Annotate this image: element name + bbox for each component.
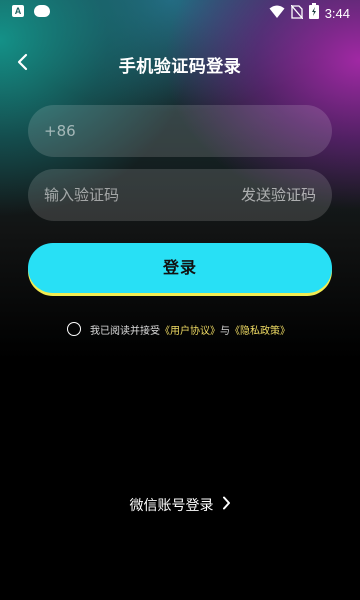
status-bar-left: A	[12, 5, 50, 17]
agreement-conjunction: 与	[220, 325, 230, 337]
privacy-policy-link[interactable]: 《隐私政策》	[230, 322, 290, 337]
wechat-login-label: 微信账号登录	[129, 498, 214, 514]
send-code-button[interactable]: 发送验证码	[241, 169, 316, 221]
a-app-icon: A	[12, 5, 24, 17]
phone-field-container	[28, 105, 332, 157]
phone-input[interactable]	[44, 105, 314, 157]
user-agreement-link[interactable]: 《用户协议》	[160, 322, 220, 337]
no-sim-icon	[290, 4, 304, 23]
status-bar-right: 3:44	[269, 3, 350, 23]
chevron-right-icon	[222, 496, 231, 514]
battery-icon	[308, 3, 319, 23]
header: 手机验证码登录	[0, 44, 360, 84]
verification-code-input[interactable]	[44, 169, 214, 221]
page-title: 手机验证码登录	[118, 57, 242, 77]
status-time: 3:44	[324, 5, 350, 21]
cloud-icon	[34, 5, 50, 17]
agreement-row: 我已阅读并接受 《用户协议》 与 《隐私政策》	[67, 320, 290, 338]
agreement-prefix: 我已阅读并接受	[90, 325, 160, 337]
agreement-checkbox[interactable]	[67, 322, 81, 336]
code-field-container: 发送验证码	[28, 169, 332, 221]
login-button[interactable]: 登录	[28, 243, 332, 293]
wechat-login-button[interactable]: 微信账号登录	[0, 495, 360, 515]
wifi-icon	[269, 4, 285, 23]
status-bar: A 3:44	[0, 0, 360, 24]
